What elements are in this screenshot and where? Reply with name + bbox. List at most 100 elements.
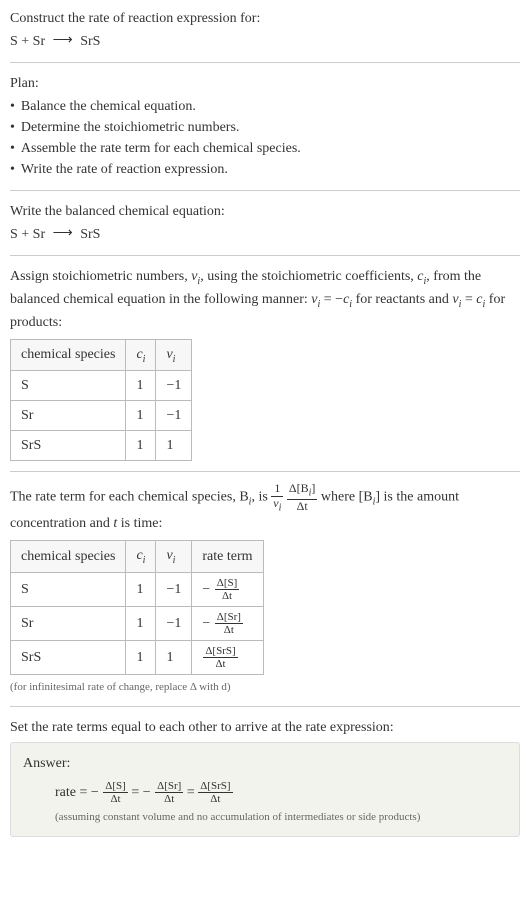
- frac-den: Δt: [203, 658, 237, 670]
- plan-item: •Write the rate of reaction expression.: [10, 159, 520, 180]
- divider: [10, 190, 520, 191]
- frac-num: Δ[Sr]: [215, 611, 243, 624]
- divider: [10, 471, 520, 472]
- balanced-reaction-lhs: S + Sr: [10, 227, 45, 242]
- rate-text-part: The rate term for each chemical species,…: [10, 490, 249, 505]
- frac-den: Δt: [287, 500, 318, 513]
- cell-rate: − Δ[Sr] Δt: [192, 606, 263, 640]
- stoich-section: Assign stoichiometric numbers, νi , using…: [10, 266, 520, 461]
- answer-expression: rate = − Δ[S] Δt = − Δ[Sr] Δt = Δ[SrS] Δ…: [55, 780, 507, 805]
- rate-term-section: The rate term for each chemical species,…: [10, 482, 520, 695]
- plan-list: • Balance the chemical equation. •Determi…: [10, 96, 520, 180]
- fraction: Δ[SrS] Δt: [198, 780, 232, 805]
- rate-term-note: (for infinitesimal rate of change, repla…: [10, 679, 520, 696]
- cell-ci: 1: [126, 371, 156, 401]
- frac-num-text: ]: [311, 481, 315, 495]
- col-ci: ci: [126, 339, 156, 371]
- cell-nui: −1: [156, 572, 192, 606]
- cell-ci: 1: [126, 431, 156, 461]
- cell-rate: − Δ[S] Δt: [192, 572, 263, 606]
- neg-sign: −: [143, 785, 151, 800]
- answer-box: Answer: rate = − Δ[S] Δt = − Δ[Sr] Δt = …: [10, 742, 520, 837]
- balanced-reaction-rhs: SrS: [80, 227, 100, 242]
- equals: =: [187, 785, 198, 800]
- sub-i: i: [173, 555, 176, 566]
- cell-nui: −1: [156, 371, 192, 401]
- col-species: chemical species: [11, 339, 126, 371]
- neg-sign: −: [91, 785, 99, 800]
- table-row: Sr 1 −1: [11, 401, 192, 431]
- neg-sign: −: [202, 616, 210, 631]
- neg-sign: −: [202, 582, 210, 597]
- reaction-arrow-icon: ⟶: [53, 30, 73, 51]
- cell-species: SrS: [11, 641, 126, 675]
- cell-nui: −1: [156, 401, 192, 431]
- balanced-reaction: S + Sr ⟶ SrS: [10, 224, 520, 245]
- frac-num: Δ[SrS]: [203, 645, 237, 658]
- equals: =: [131, 785, 142, 800]
- stoich-text-part: Assign stoichiometric numbers,: [10, 269, 191, 284]
- frac-den: Δt: [215, 590, 240, 602]
- answer-label: Answer:: [23, 753, 507, 774]
- intro-prompt: Construct the rate of reaction expressio…: [10, 8, 520, 29]
- cell-nui: 1: [156, 431, 192, 461]
- cell-species: S: [11, 572, 126, 606]
- plan-item-text: Balance the chemical equation.: [21, 96, 196, 117]
- frac-num-text: Δ[B: [289, 481, 309, 495]
- rate-word: rate =: [55, 785, 91, 800]
- frac-num: Δ[SrS]: [198, 780, 232, 793]
- sub-i: i: [279, 502, 282, 513]
- frac-num: Δ[Sr]: [155, 780, 183, 793]
- sub-i: i: [143, 555, 146, 566]
- bullet-icon: •: [10, 159, 15, 180]
- bullet-icon: •: [10, 117, 15, 138]
- answer-note: (assuming constant volume and no accumul…: [55, 809, 507, 826]
- intro-reaction-rhs: SrS: [80, 34, 100, 49]
- plan-item: •Determine the stoichiometric numbers.: [10, 117, 520, 138]
- sub-i: i: [143, 353, 146, 364]
- rate-text-part: , is: [251, 490, 271, 505]
- stoich-text-part: , using the stoichiometric coefficients,: [200, 269, 417, 284]
- plan-section: Plan: • Balance the chemical equation. •D…: [10, 73, 520, 180]
- intro-reaction: S + Sr ⟶ SrS: [10, 31, 520, 52]
- fraction: Δ[Sr] Δt: [215, 611, 243, 636]
- cell-species: SrS: [11, 431, 126, 461]
- table-header-row: chemical species ci νi rate term: [11, 540, 264, 572]
- divider: [10, 255, 520, 256]
- fraction: 1 νi: [271, 482, 283, 513]
- divider: [10, 706, 520, 707]
- col-nui: νi: [156, 339, 192, 371]
- cell-species: Sr: [11, 401, 126, 431]
- fraction: Δ[Sr] Δt: [155, 780, 183, 805]
- plan-item: •Assemble the rate term for each chemica…: [10, 138, 520, 159]
- intro-reaction-lhs: S + Sr: [10, 34, 45, 49]
- fraction: Δ[S] Δt: [103, 780, 128, 805]
- frac-den: νi: [271, 497, 283, 513]
- table-row: Sr 1 −1 − Δ[Sr] Δt: [11, 606, 264, 640]
- stoich-text: Assign stoichiometric numbers, νi, using…: [10, 266, 520, 333]
- plan-title: Plan:: [10, 73, 520, 94]
- stoich-text-part: =: [461, 292, 476, 307]
- reaction-arrow-icon: ⟶: [53, 223, 73, 244]
- table-row: S 1 −1: [11, 371, 192, 401]
- fraction: Δ[Bi] Δt: [287, 482, 318, 513]
- bullet-icon: •: [10, 138, 15, 159]
- sub-i: i: [173, 353, 176, 364]
- cell-nui: −1: [156, 606, 192, 640]
- final-section: Set the rate terms equal to each other t…: [10, 717, 520, 738]
- frac-den: Δt: [155, 793, 183, 805]
- balanced-section: Write the balanced chemical equation: S …: [10, 201, 520, 245]
- fraction: Δ[SrS] Δt: [203, 645, 237, 670]
- cell-species: S: [11, 371, 126, 401]
- col-ci: ci: [126, 540, 156, 572]
- cell-ci: 1: [126, 401, 156, 431]
- col-rate: rate term: [192, 540, 263, 572]
- rate-text-part: where [B: [321, 490, 373, 505]
- frac-num: 1: [271, 482, 283, 496]
- stoich-text-part: = −: [320, 292, 343, 307]
- final-title: Set the rate terms equal to each other t…: [10, 717, 520, 738]
- table-header-row: chemical species ci νi: [11, 339, 192, 371]
- frac-num: Δ[S]: [103, 780, 128, 793]
- balanced-title: Write the balanced chemical equation:: [10, 201, 520, 222]
- cell-species: Sr: [11, 606, 126, 640]
